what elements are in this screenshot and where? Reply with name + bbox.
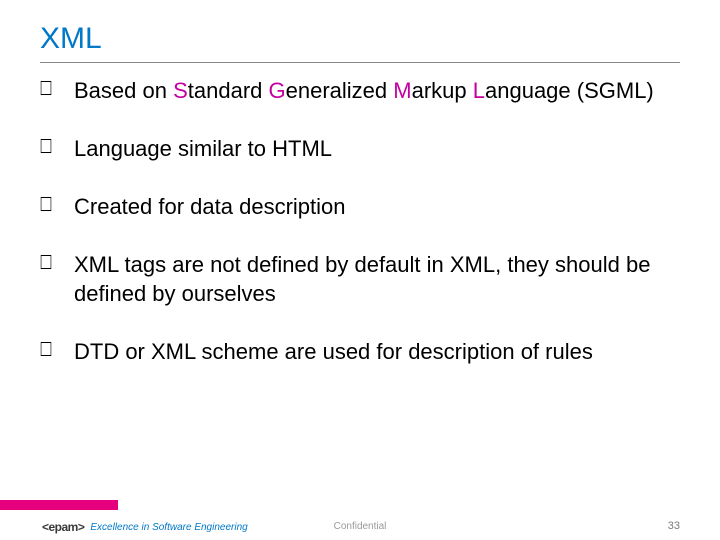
logo: <epam> Excellence in Software Engineerin… (42, 520, 248, 534)
bullet-item: ⎕DTD or XML scheme are used for descript… (40, 338, 680, 366)
bullet-glyph-icon: ⎕ (40, 193, 74, 219)
bullet-item: ⎕Based on Standard Generalized Markup La… (40, 77, 680, 105)
accent-bar (0, 500, 118, 510)
bullet-text: Language similar to HTML (74, 135, 680, 163)
logo-mark: <epam> (42, 520, 84, 534)
tagline: Excellence in Software Engineering (90, 522, 247, 533)
bullet-glyph-icon: ⎕ (40, 135, 74, 161)
bullet-glyph-icon: ⎕ (40, 77, 74, 103)
bullet-glyph-icon: ⎕ (40, 338, 74, 364)
bullet-list: ⎕Based on Standard Generalized Markup La… (0, 63, 720, 366)
bullet-item: ⎕XML tags are not defined by default in … (40, 251, 680, 307)
bullet-item: ⎕Language similar to HTML (40, 135, 680, 163)
bullet-text: DTD or XML scheme are used for descripti… (74, 338, 680, 366)
bullet-item: ⎕Created for data description (40, 193, 680, 221)
confidential-label: Confidential (334, 521, 387, 532)
bullet-glyph-icon: ⎕ (40, 251, 74, 277)
bullet-text: XML tags are not defined by default in X… (74, 251, 680, 307)
footer: <epam> Excellence in Software Engineerin… (0, 510, 720, 540)
slide-title: XML (0, 0, 720, 56)
bullet-text: Based on Standard Generalized Markup Lan… (74, 77, 680, 105)
page-number: 33 (668, 520, 680, 532)
bullet-text: Created for data description (74, 193, 680, 221)
